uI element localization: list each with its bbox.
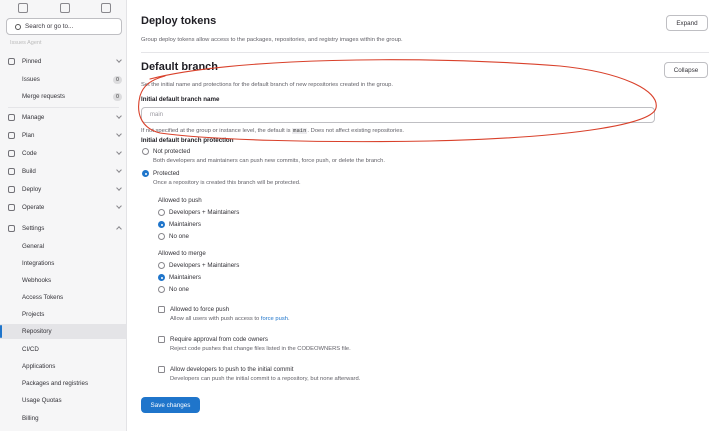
sidebar-item-billing[interactable]: Billing	[0, 411, 126, 426]
search-icon	[15, 23, 21, 30]
collapse-button[interactable]: Collapse	[664, 62, 708, 78]
merge-dev-maint-radio[interactable]	[158, 262, 165, 269]
sidebar-item-code[interactable]: Code	[0, 146, 126, 161]
search-button[interactable]: Search or go to...	[6, 18, 122, 35]
initial-commit-label: Allow developers to push to the initial …	[170, 366, 294, 373]
sidebar-item-projects[interactable]: Projects	[0, 307, 126, 322]
chevron-icon	[116, 113, 122, 119]
default-branch-code: main	[292, 128, 308, 134]
protection-label: Initial default branch protection	[141, 137, 234, 144]
count-badge: 0	[113, 75, 122, 84]
sidebar-item-merge-requests[interactable]: Merge requests 0	[0, 89, 126, 104]
sidebar-item-applications[interactable]: Applications	[0, 359, 126, 374]
divider	[141, 52, 709, 53]
force-push-description: Allow all users with push access to forc…	[170, 316, 290, 322]
chevron-icon	[116, 185, 122, 191]
not-protected-label: Not protected	[153, 148, 191, 155]
merge-dev-maint-label: Developers + Maintainers	[169, 262, 240, 269]
chevron-up-icon	[116, 226, 122, 232]
rocket-icon	[8, 168, 15, 175]
sidebar: Search or go to... Issues Agent Pinned I…	[0, 0, 127, 431]
merge-none-radio[interactable]	[158, 286, 165, 293]
branch-name-placeholder: main	[150, 112, 164, 118]
sidebar-item-webhooks[interactable]: Webhooks	[0, 273, 126, 288]
settings-icon	[8, 225, 15, 232]
sidebar-item-operate[interactable]: Operate	[0, 200, 126, 215]
pin-icon	[8, 58, 15, 65]
sidebar-item-build[interactable]: Build	[0, 164, 126, 179]
allowed-merge-label: Allowed to merge	[158, 250, 206, 257]
not-protected-radio[interactable]	[142, 148, 149, 155]
sidebar-item-usage-quotas[interactable]: Usage Quotas	[0, 393, 126, 408]
save-changes-button[interactable]: Save changes	[141, 397, 200, 413]
sidebar-item-packages-registries[interactable]: Packages and registries	[0, 376, 126, 391]
chevron-icon	[116, 131, 122, 137]
cloud-gear-icon	[8, 204, 15, 211]
code-owners-label: Require approval from code owners	[170, 336, 269, 343]
merge-request-icon[interactable]	[60, 3, 70, 13]
divider	[8, 107, 119, 108]
push-dev-maint-label: Developers + Maintainers	[169, 209, 240, 216]
sidebar-item-repository[interactable]: Repository	[0, 324, 126, 339]
merge-maint-radio[interactable]	[158, 274, 165, 281]
search-label: Search or go to...	[25, 23, 74, 30]
chevron-icon	[116, 57, 122, 63]
sidebar-item-general[interactable]: General	[0, 239, 126, 254]
default-branch-title: Default branch	[141, 61, 219, 73]
protected-description: Once a repository is created this branch…	[153, 180, 301, 186]
default-branch-description: Set the initial name and protections for…	[141, 82, 393, 88]
deploy-tokens-title: Deploy tokens	[141, 15, 217, 27]
force-push-checkbox[interactable]	[158, 306, 165, 313]
sidebar-faded-item: Issues Agent	[10, 40, 42, 46]
todo-icon[interactable]	[101, 3, 111, 13]
chevron-icon	[116, 149, 122, 155]
initial-commit-description: Developers can push the initial commit t…	[170, 376, 361, 382]
push-maint-radio[interactable]	[158, 221, 165, 228]
code-owners-description: Reject code pushes that change files lis…	[170, 346, 351, 352]
sidebar-item-access-tokens[interactable]: Access Tokens	[0, 290, 126, 305]
chevron-icon	[116, 167, 122, 173]
branch-name-help: If not specified at the group or instanc…	[141, 128, 404, 134]
force-push-link[interactable]: force push	[261, 316, 288, 322]
deploy-icon	[8, 186, 15, 193]
plan-icon	[8, 132, 15, 139]
manage-icon	[8, 114, 15, 121]
sidebar-item-pinned[interactable]: Pinned	[0, 54, 126, 69]
deploy-tokens-description: Group deploy tokens allow access to the …	[141, 37, 403, 43]
merge-maint-label: Maintainers	[169, 274, 201, 281]
allowed-push-label: Allowed to push	[158, 197, 202, 204]
sidebar-item-plan[interactable]: Plan	[0, 128, 126, 143]
sidebar-item-integrations[interactable]: Integrations	[0, 256, 126, 271]
protected-label: Protected	[153, 170, 180, 177]
push-none-radio[interactable]	[158, 233, 165, 240]
protected-radio[interactable]	[142, 170, 149, 177]
branch-name-input[interactable]: main	[141, 107, 655, 123]
sidebar-item-deploy[interactable]: Deploy	[0, 182, 126, 197]
sidebar-item-manage[interactable]: Manage	[0, 110, 126, 125]
new-item-icon[interactable]	[18, 3, 28, 13]
sidebar-item-ci-cd[interactable]: CI/CD	[0, 342, 126, 357]
expand-button[interactable]: Expand	[666, 15, 708, 31]
chevron-icon	[116, 203, 122, 209]
main-content: Deploy tokens Group deploy tokens allow …	[127, 0, 720, 431]
push-maint-label: Maintainers	[169, 221, 201, 228]
sidebar-item-settings[interactable]: Settings	[0, 221, 126, 236]
not-protected-description: Both developers and maintainers can push…	[153, 158, 386, 164]
code-icon	[8, 150, 15, 157]
push-dev-maint-radio[interactable]	[158, 209, 165, 216]
code-owners-checkbox[interactable]	[158, 336, 165, 343]
push-none-label: No one	[169, 233, 189, 240]
sidebar-item-issues[interactable]: Issues 0	[0, 72, 126, 87]
initial-commit-checkbox[interactable]	[158, 366, 165, 373]
sidebar-top-icons	[0, 3, 126, 15]
force-push-label: Allowed to force push	[170, 306, 230, 313]
branch-name-label: Initial default branch name	[141, 96, 220, 103]
merge-none-label: No one	[169, 286, 189, 293]
count-badge: 0	[113, 92, 122, 101]
